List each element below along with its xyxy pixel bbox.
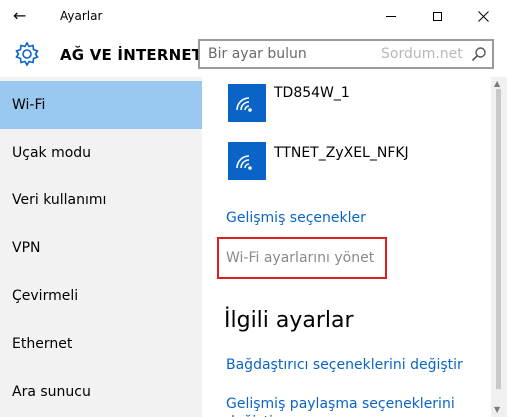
network-name: TTNET_ZyXEL_NFKJ	[274, 145, 409, 161]
sidebar-item-ethernet[interactable]: Ethernet	[0, 320, 202, 368]
sharing-options-link[interactable]: Gelişmiş paylaşma seçeneklerini değiştir	[226, 395, 491, 417]
close-icon	[477, 10, 489, 22]
sidebar-item-vpn[interactable]: VPN	[0, 224, 202, 272]
wifi-signal-icon	[228, 84, 266, 122]
sidebar-item-airplane-mode[interactable]: Uçak modu	[0, 129, 202, 177]
search-input[interactable]: Bir ayar bulun Sordum.net	[198, 39, 494, 69]
maximize-button[interactable]	[414, 0, 460, 32]
scrollbar[interactable]: ▲ ▼	[491, 77, 507, 417]
sidebar: Wi-Fi Uçak modu Veri kullanımı VPN Çevir…	[0, 77, 202, 417]
related-settings-heading: İlgili ayarlar	[224, 308, 354, 333]
network-item[interactable]: TD854W_1	[228, 84, 488, 128]
scrollbar-thumb[interactable]	[496, 89, 501, 389]
sidebar-item-proxy[interactable]: Ara sunucu	[0, 368, 202, 416]
page-title: AĞ VE İNTERNET	[60, 46, 203, 64]
search-placeholder: Bir ayar bulun	[208, 46, 307, 62]
watermark-text: Sordum.net	[381, 46, 463, 62]
minimize-icon	[386, 15, 396, 17]
back-arrow-icon[interactable]: ←	[13, 6, 26, 26]
close-button[interactable]	[460, 0, 506, 32]
sidebar-item-wifi[interactable]: Wi-Fi	[0, 81, 202, 129]
minimize-button[interactable]	[368, 0, 414, 32]
adapter-options-link[interactable]: Bağdaştırıcı seçeneklerini değiştir	[226, 356, 463, 374]
maximize-icon	[432, 11, 442, 21]
advanced-options-link[interactable]: Gelişmiş seçenekler	[226, 209, 366, 227]
sidebar-item-data-usage[interactable]: Veri kullanımı	[0, 176, 202, 224]
gear-icon	[15, 41, 39, 67]
window-title: Ayarlar	[60, 9, 103, 23]
wifi-signal-icon	[228, 142, 266, 180]
network-item[interactable]: TTNET_ZyXEL_NFKJ	[228, 142, 488, 186]
sidebar-item-dial-up[interactable]: Çevirmeli	[0, 272, 202, 320]
title-bar: ← Ayarlar	[0, 0, 507, 32]
manage-wifi-settings-link[interactable]: Wi-Fi ayarlarını yönet	[226, 249, 374, 267]
search-icon[interactable]	[471, 46, 487, 62]
settings-header: AĞ VE İNTERNET Bir ayar bulun Sordum.net	[0, 32, 507, 77]
main-content: TD854W_1 TTNET_ZyXEL_NFKJ Gelişmiş seçen…	[202, 77, 491, 417]
network-name: TD854W_1	[274, 85, 350, 101]
scroll-up-icon[interactable]: ▲	[494, 79, 500, 89]
scroll-down-icon[interactable]: ▼	[494, 405, 500, 415]
